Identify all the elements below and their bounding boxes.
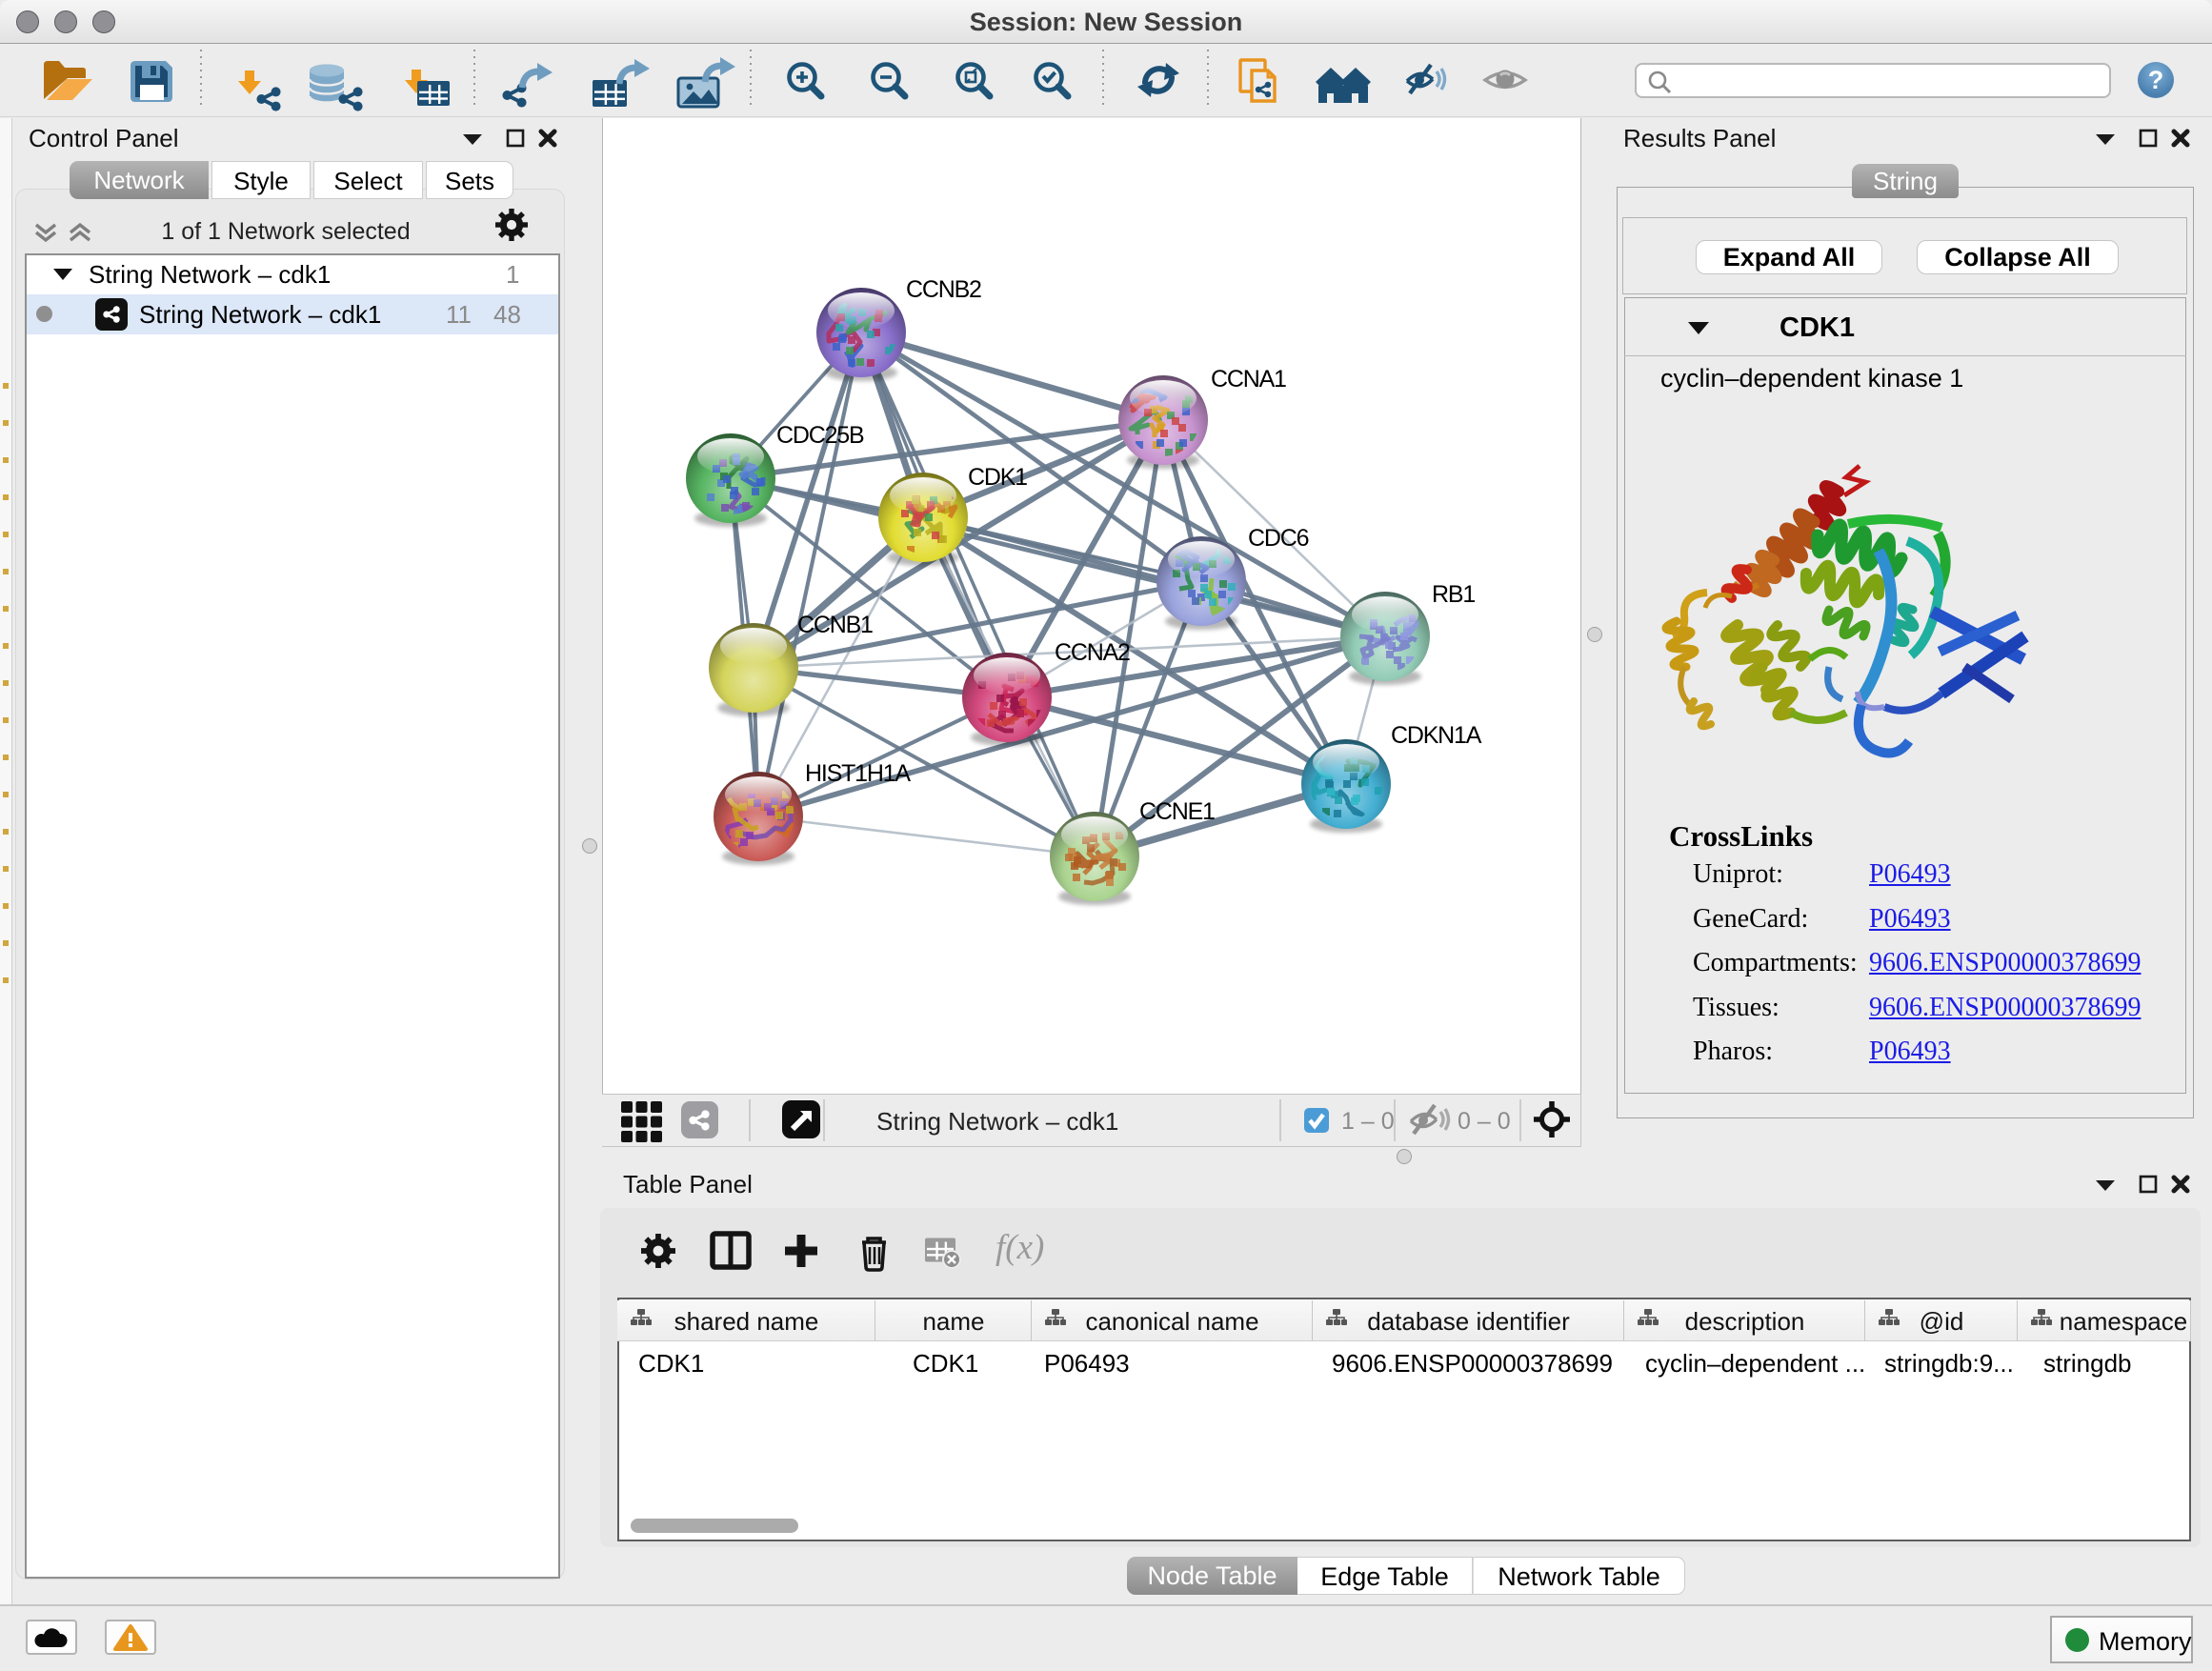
svg-text:CDK1: CDK1 [968, 464, 1027, 491]
svg-text:HIST1H1A: HIST1H1A [805, 760, 911, 787]
svg-text:CCNA2: CCNA2 [1055, 639, 1130, 666]
svg-text:CDKN1A: CDKN1A [1391, 722, 1482, 749]
svg-text:CCNB2: CCNB2 [906, 276, 981, 303]
svg-text:CDC6: CDC6 [1248, 525, 1309, 552]
svg-text:RB1: RB1 [1432, 581, 1475, 608]
svg-text:CCNB1: CCNB1 [797, 612, 873, 638]
svg-text:CCNE1: CCNE1 [1139, 798, 1215, 825]
svg-text:CDC25B: CDC25B [776, 422, 864, 449]
svg-text:CCNA1: CCNA1 [1211, 366, 1286, 393]
